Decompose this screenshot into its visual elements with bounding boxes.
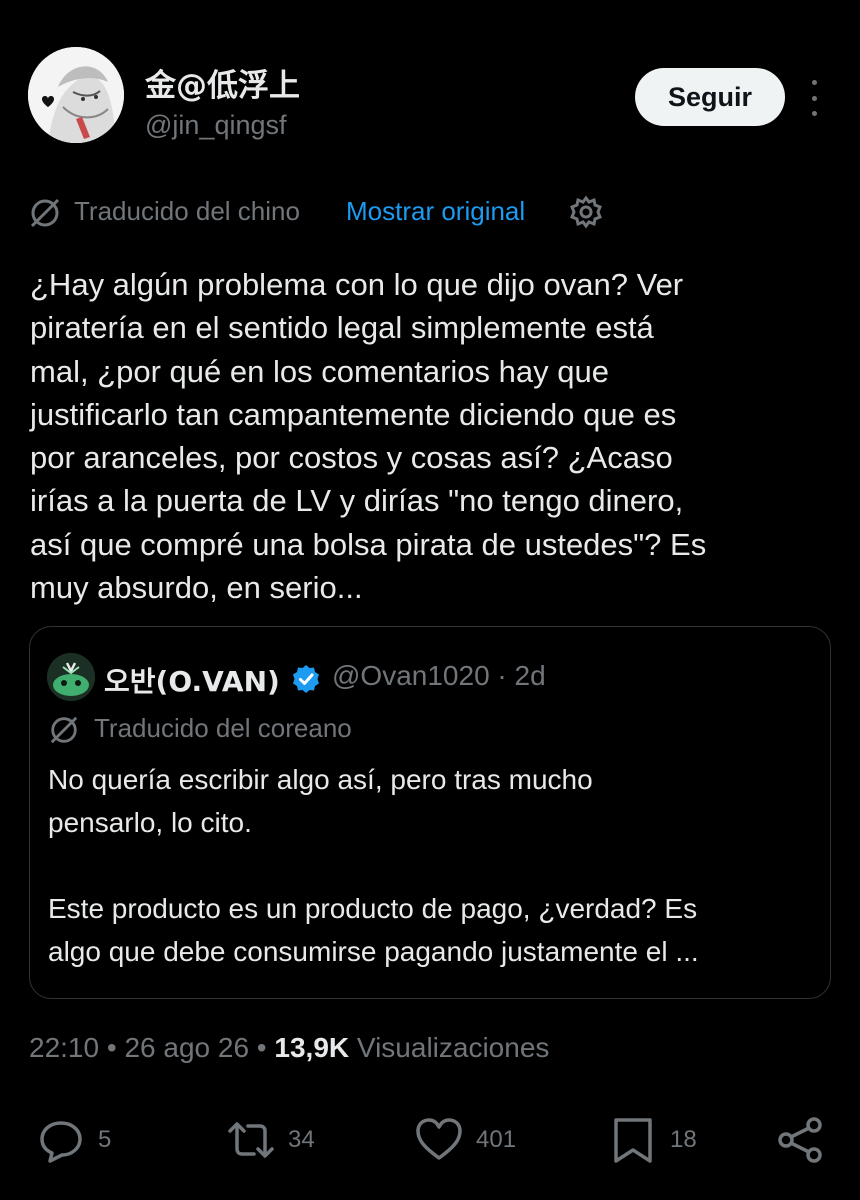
translated-from-label: Traducido del chino — [74, 196, 300, 226]
tweet-meta: 22:10 • 26 ago 26 • 13,9K Visualizacione… — [29, 1032, 550, 1063]
repost-button[interactable]: 34 — [226, 1114, 315, 1166]
tweet-text: ¿Hay algún problema con lo que dijo ovan… — [30, 267, 707, 606]
reply-button[interactable]: 5 — [36, 1114, 111, 1166]
repost-icon — [228, 1122, 274, 1158]
author-display-name[interactable]: 金@低浮上 — [145, 60, 300, 105]
quoted-avatar-image — [47, 653, 95, 701]
share-button[interactable] — [776, 1114, 826, 1166]
bookmark-count: 18 — [670, 1126, 697, 1153]
show-original-link[interactable]: Mostrar original — [346, 196, 525, 227]
author-handle[interactable]: @jin_qingsf — [145, 110, 287, 141]
author-avatar[interactable] — [28, 47, 124, 143]
quoted-author-avatar[interactable] — [47, 653, 95, 701]
avatar-image — [28, 47, 124, 143]
like-button[interactable]: 401 — [414, 1114, 516, 1166]
quoted-handle-and-time[interactable]: @Ovan1020 · 2d — [332, 660, 546, 692]
quoted-tweet-text: No quería escribir algo así, pero tras m… — [48, 764, 699, 967]
translate-icon — [30, 198, 60, 228]
reply-icon — [40, 1121, 82, 1163]
bookmark-button[interactable]: 18 — [608, 1114, 697, 1166]
translate-icon — [50, 716, 78, 744]
gear-icon[interactable] — [568, 194, 604, 230]
repost-count: 34 — [288, 1126, 315, 1153]
more-dots-icon[interactable] — [802, 80, 826, 116]
heart-icon — [416, 1118, 462, 1160]
views-label: Visualizaciones — [356, 1032, 550, 1063]
bookmark-icon — [614, 1118, 652, 1163]
tweet-date[interactable]: 26 ago 26 — [124, 1032, 249, 1063]
like-count: 401 — [476, 1126, 517, 1153]
share-icon — [778, 1117, 822, 1163]
quoted-translated-label: Traducido del coreano — [94, 713, 352, 743]
quoted-author-name[interactable]: 오반(O.VAN) — [104, 660, 280, 700]
tweet-time[interactable]: 22:10 — [29, 1032, 99, 1063]
follow-button[interactable]: Seguir — [635, 68, 785, 126]
views-count: 13,9K — [274, 1032, 350, 1063]
reply-count: 5 — [98, 1126, 112, 1153]
verified-badge-icon — [293, 665, 319, 693]
